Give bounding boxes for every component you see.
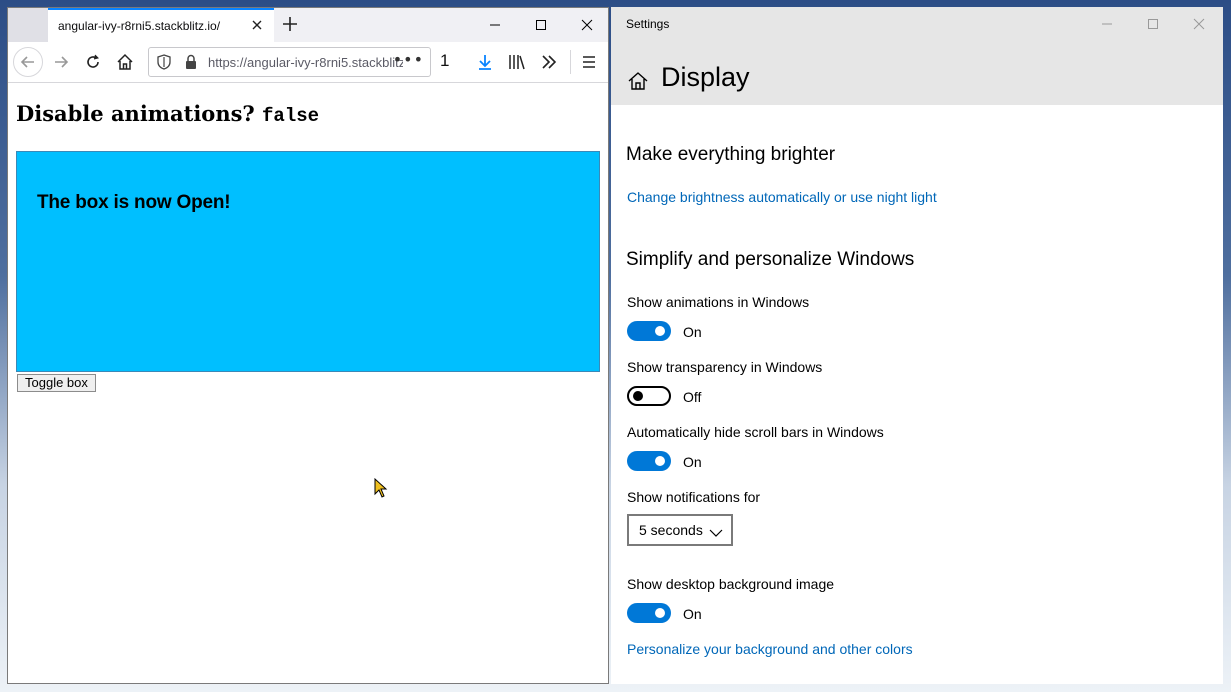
home-icon [117, 53, 133, 70]
browser-window: angular-ivy-r8rni5.stackblitz.io/ https:… [7, 7, 609, 684]
notifications-duration-value: 5 seconds [639, 522, 703, 538]
main-menu-button[interactable] [574, 47, 604, 77]
settings-header: Settings Display [611, 7, 1223, 105]
scrollbars-state: On [683, 454, 702, 470]
chevron-down-icon [709, 524, 723, 543]
transparency-state: Off [683, 389, 702, 405]
tab-title: angular-ivy-r8rni5.stackblitz.io/ [58, 19, 221, 33]
back-button[interactable] [13, 47, 43, 77]
tab-count[interactable]: 1 [440, 51, 449, 71]
toggle-knob [655, 456, 665, 466]
brightness-link[interactable]: Change brightness automatically or use n… [627, 189, 937, 205]
browser-titlebar: angular-ivy-r8rni5.stackblitz.io/ [8, 8, 608, 42]
home-icon[interactable] [627, 70, 649, 96]
overflow-menu-button[interactable] [534, 47, 564, 77]
tab-strip-spacer [8, 8, 48, 42]
transparency-label: Show transparency in Windows [627, 359, 823, 375]
settings-page-title: Display [661, 62, 750, 92]
notifications-label: Show notifications for [627, 489, 761, 505]
browser-tab[interactable]: angular-ivy-r8rni5.stackblitz.io/ [48, 8, 274, 42]
page-heading: Disable animations? false [16, 101, 319, 127]
downloads-button[interactable] [470, 47, 500, 77]
mouse-cursor-icon [374, 477, 388, 502]
tab-close-icon[interactable] [248, 16, 266, 34]
background-image-label: Show desktop background image [627, 576, 835, 592]
url-text[interactable]: https://angular-ivy-r8rni5.stackblitz.io [208, 55, 403, 70]
animations-label: Show animations in Windows [627, 294, 810, 310]
box-status-text: The box is now Open! [37, 192, 231, 213]
toolbar-divider [570, 50, 571, 74]
background-image-state: On [683, 606, 702, 622]
section-title-simplify: Simplify and personalize Windows [626, 249, 915, 270]
forward-arrow-icon [55, 56, 69, 68]
hamburger-menu-icon [583, 56, 595, 68]
transparency-toggle[interactable] [627, 386, 671, 406]
settings-maximize-button[interactable] [1130, 11, 1176, 37]
page-content: Disable animations? false The box is now… [8, 83, 608, 683]
back-arrow-icon [20, 56, 34, 68]
toggle-knob [633, 391, 643, 401]
background-image-toggle[interactable] [627, 603, 671, 623]
heading-value: false [262, 105, 320, 127]
shield-icon[interactable] [157, 54, 171, 74]
new-tab-icon[interactable] [280, 14, 300, 34]
personalize-link[interactable]: Personalize your background and other co… [627, 641, 913, 657]
lock-icon[interactable] [185, 54, 197, 74]
settings-window: Settings Display Make everything brighte… [611, 7, 1223, 684]
forward-button[interactable] [46, 47, 76, 77]
scrollbars-toggle[interactable] [627, 451, 671, 471]
page-actions-menu-icon[interactable]: ••• [393, 50, 424, 69]
download-arrow-icon [479, 55, 491, 70]
toggle-box-button[interactable]: Toggle box [17, 374, 96, 392]
toggle-knob [655, 608, 665, 618]
scrollbars-label: Automatically hide scroll bars in Window… [627, 424, 884, 440]
section-title-brighter: Make everything brighter [626, 144, 836, 165]
library-button[interactable] [502, 47, 532, 77]
animations-toggle[interactable] [627, 321, 671, 341]
url-bar[interactable]: https://angular-ivy-r8rni5.stackblitz.io… [148, 47, 431, 77]
close-window-button[interactable] [564, 8, 610, 42]
home-button[interactable] [110, 47, 140, 77]
settings-app-title: Settings [626, 17, 670, 31]
minimize-button[interactable] [472, 8, 518, 42]
heading-label: Disable animations? [16, 101, 255, 126]
animations-state: On [683, 324, 702, 340]
animated-box: The box is now Open! [16, 151, 600, 372]
navigation-toolbar: https://angular-ivy-r8rni5.stackblitz.io… [8, 42, 608, 83]
reload-button[interactable] [78, 47, 108, 77]
notifications-duration-select[interactable]: 5 seconds [627, 514, 733, 546]
maximize-button[interactable] [518, 8, 564, 42]
settings-close-button[interactable] [1176, 11, 1222, 37]
reload-icon [87, 54, 99, 68]
library-icon [509, 55, 525, 70]
settings-minimize-button[interactable] [1084, 11, 1130, 37]
double-chevron-right-icon [542, 55, 557, 69]
toggle-knob [655, 326, 665, 336]
